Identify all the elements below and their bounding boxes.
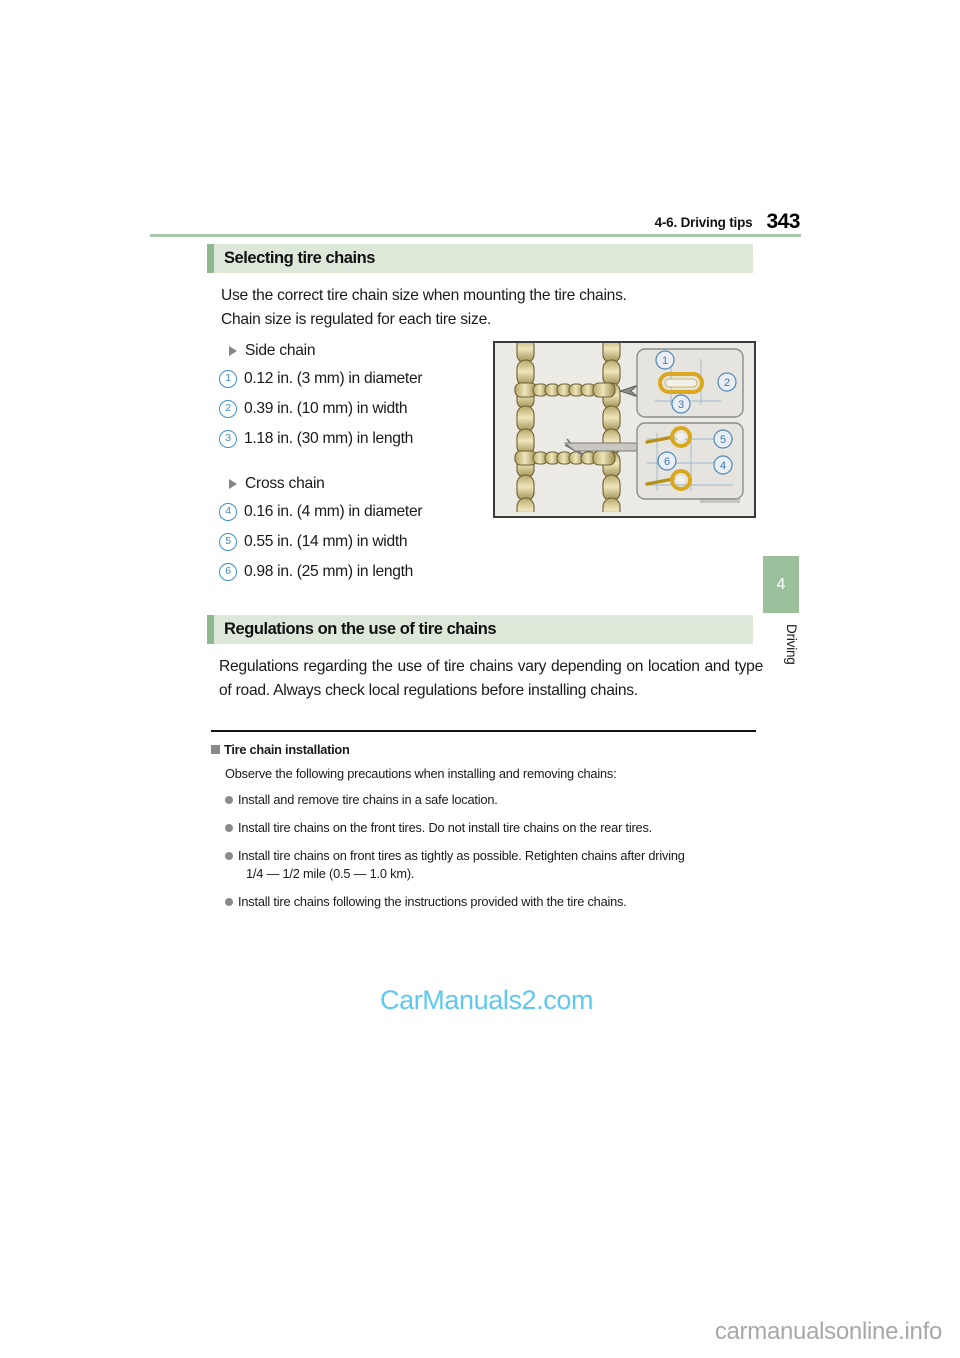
page-header: 4-6. Driving tips 343 xyxy=(150,206,801,233)
note-item-text: Install tire chains following the instru… xyxy=(238,894,627,909)
round-bullet-icon xyxy=(225,796,233,804)
footer-watermark: carmanualsonline.info xyxy=(714,1318,942,1345)
heading-accent-bar xyxy=(207,615,214,644)
tire-chain-illustration: 1 2 3 5 4 6 xyxy=(493,341,756,518)
spec-item-text: 1.18 in. (30 mm) in length xyxy=(244,430,414,447)
subheading-side-chain-label: Side chain xyxy=(245,342,316,359)
svg-text:4: 4 xyxy=(720,460,726,472)
chain-spec-list: Side chain 1 0.12 in. (3 mm) in diameter… xyxy=(219,338,481,587)
spec-list-spacer xyxy=(219,454,481,471)
subheading-side-chain: Side chain xyxy=(219,338,481,364)
note-list-item: Install tire chains following the instru… xyxy=(211,893,763,911)
header-section-title: 4-6. Driving tips xyxy=(654,215,753,230)
svg-text:6: 6 xyxy=(664,456,670,468)
subheading-cross-chain: Cross chain xyxy=(219,471,481,497)
spec-item-text: 0.12 in. (3 mm) in diameter xyxy=(244,370,423,387)
notes-intro: Observe the following precautions when i… xyxy=(225,766,617,781)
note-item-text: Install tire chains on front tires as ti… xyxy=(238,848,685,863)
spec-item-text: 0.55 in. (14 mm) in width xyxy=(244,533,408,550)
note-list-item: Install and remove tire chains in a safe… xyxy=(211,791,763,809)
spec-item: 5 0.55 in. (14 mm) in width xyxy=(219,527,481,557)
note-item-text-wrapper: Install tire chains on front tires as ti… xyxy=(238,847,763,883)
tire-chain-diagram-svg: 1 2 3 5 4 6 xyxy=(495,343,750,516)
section-heading-selecting-tire-chains: Selecting tire chains xyxy=(207,244,753,273)
callout-number-icon: 3 xyxy=(219,430,237,448)
callout-number-icon: 4 xyxy=(219,503,237,521)
callout-number-icon: 1 xyxy=(219,370,237,388)
subheading-cross-chain-label: Cross chain xyxy=(245,475,325,492)
intro-line-2: Chain size is regulated for each tire si… xyxy=(221,311,492,328)
regulations-paragraph: Regulations regarding the use of tire ch… xyxy=(219,658,763,699)
manual-page: 4-6. Driving tips 343 Selecting tire cha… xyxy=(0,0,960,1358)
chapter-tab-number: 4 xyxy=(763,556,799,613)
spec-item-text: 0.39 in. (10 mm) in width xyxy=(244,400,408,417)
center-watermark: CarManuals2.com xyxy=(380,985,594,1015)
section-heading-label: Selecting tire chains xyxy=(224,249,376,267)
svg-text:2: 2 xyxy=(724,377,730,389)
header-rule xyxy=(150,234,801,237)
round-bullet-icon xyxy=(225,824,233,832)
intro-line-1: Use the correct tire chain size when mou… xyxy=(221,287,627,304)
callout-number-icon: 2 xyxy=(219,400,237,418)
note-list-item: Install tire chains on the front tires. … xyxy=(211,819,763,837)
note-item-text: Install and remove tire chains in a safe… xyxy=(238,792,498,807)
spec-item-text: 0.98 in. (25 mm) in length xyxy=(244,563,414,580)
spec-item: 6 0.98 in. (25 mm) in length xyxy=(219,557,481,587)
square-bullet-icon xyxy=(211,745,220,754)
round-bullet-icon xyxy=(225,852,233,860)
round-bullet-icon xyxy=(225,898,233,906)
notes-divider xyxy=(211,730,756,732)
note-list-item: Install tire chains on front tires as ti… xyxy=(211,847,763,883)
svg-text:1: 1 xyxy=(662,355,668,367)
section-heading-label: Regulations on the use of tire chains xyxy=(224,620,497,638)
note-item-subtext: 1/4 — 1/2 mile (0.5 — 1.0 km). xyxy=(246,866,415,881)
spec-item-text: 0.16 in. (4 mm) in diameter xyxy=(244,503,423,520)
triangle-bullet-icon xyxy=(229,479,237,489)
svg-text:3: 3 xyxy=(678,399,684,411)
notes-title: Tire chain installation xyxy=(211,742,763,757)
notes-title-label: Tire chain installation xyxy=(224,742,350,757)
note-item-text: Install tire chains on the front tires. … xyxy=(238,820,653,835)
intro-paragraph: Use the correct tire chain size when mou… xyxy=(221,284,766,332)
heading-accent-bar xyxy=(207,244,214,273)
chapter-tab-label: Driving xyxy=(784,624,799,665)
spec-item: 4 0.16 in. (4 mm) in diameter xyxy=(219,497,481,527)
spec-item: 1 0.12 in. (3 mm) in diameter xyxy=(219,364,481,394)
section-heading-regulations: Regulations on the use of tire chains xyxy=(207,615,753,644)
page-number: 343 xyxy=(766,210,800,233)
callout-number-icon: 5 xyxy=(219,533,237,551)
callout-number-icon: 6 xyxy=(219,563,237,581)
notes-block: Tire chain installation Observe the foll… xyxy=(211,742,763,921)
svg-text:5: 5 xyxy=(720,434,726,446)
triangle-bullet-icon xyxy=(229,346,237,356)
spec-item: 2 0.39 in. (10 mm) in width xyxy=(219,394,481,424)
spec-item: 3 1.18 in. (30 mm) in length xyxy=(219,424,481,454)
